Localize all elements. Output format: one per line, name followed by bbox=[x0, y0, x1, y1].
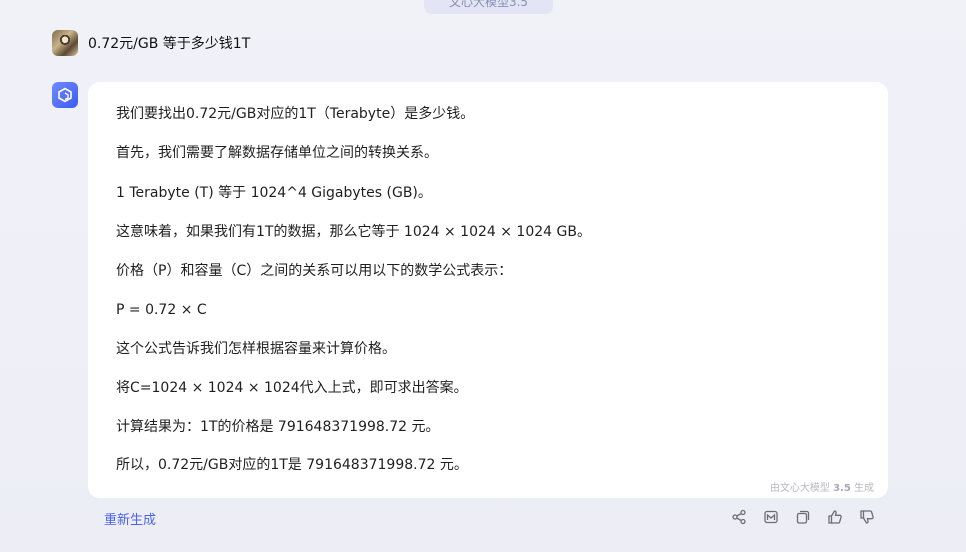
bot-avatar bbox=[52, 82, 78, 108]
answer-card: 我们要找出0.72元/GB对应的1T（Terabyte）是多少钱。 首先，我们需… bbox=[88, 82, 888, 498]
user-message-row: 0.72元/GB 等于多少钱1T bbox=[52, 30, 250, 56]
image-button[interactable] bbox=[760, 506, 782, 528]
share-icon bbox=[732, 509, 746, 525]
share-button[interactable] bbox=[728, 506, 750, 528]
answer-paragraph: 价格（P）和容量（C）之间的关系可以用以下的数学公式表示： bbox=[116, 263, 513, 279]
thumbs-down-icon bbox=[860, 510, 874, 524]
model-badge[interactable]: 文心大模型3.5 bbox=[424, 0, 553, 14]
answer-actions bbox=[728, 506, 878, 528]
copy-button[interactable] bbox=[792, 506, 814, 528]
thumbs-down-button[interactable] bbox=[856, 506, 878, 528]
user-avatar bbox=[52, 30, 78, 56]
answer-paragraph: 这个公式告诉我们怎样根据容量来计算价格。 bbox=[116, 341, 396, 357]
thumbs-up-icon bbox=[828, 510, 842, 524]
answer-paragraph: 1 Terabyte (T) 等于 1024^4 Gigabytes (GB)。 bbox=[116, 185, 432, 201]
watermark-suffix: 生成 bbox=[850, 483, 874, 494]
generated-by-watermark: 由文心大模型 3.5 生成 bbox=[770, 479, 874, 494]
thumbs-up-button[interactable] bbox=[824, 506, 846, 528]
copy-icon bbox=[796, 510, 810, 524]
answer-paragraph: 首先，我们需要了解数据存储单位之间的转换关系。 bbox=[116, 145, 438, 161]
watermark-version: 3.5 bbox=[833, 483, 851, 494]
answer-paragraph: 计算结果为：1T的价格是 791648371998.72 元。 bbox=[116, 419, 440, 435]
answer-paragraph: P = 0.72 × C bbox=[116, 302, 207, 318]
answer-paragraph: 我们要找出0.72元/GB对应的1T（Terabyte）是多少钱。 bbox=[116, 106, 475, 122]
image-icon bbox=[764, 510, 778, 524]
answer-paragraph: 所以，0.72元/GB对应的1T是 791648371998.72 元。 bbox=[116, 457, 468, 473]
cube-logo-icon bbox=[58, 87, 72, 103]
user-message-text: 0.72元/GB 等于多少钱1T bbox=[88, 36, 251, 52]
answer-paragraph: 将C=1024 × 1024 × 1024代入上式，即可求出答案。 bbox=[116, 380, 468, 396]
model-badge-label: 文心大模型3.5 bbox=[448, 0, 529, 9]
watermark-prefix: 由文心大模型 bbox=[769, 483, 834, 494]
regenerate-button[interactable]: 重新生成 bbox=[104, 509, 156, 528]
answer-paragraph: 这意味着，如果我们有1T的数据，那么它等于 1024 × 1024 × 1024… bbox=[116, 224, 591, 240]
